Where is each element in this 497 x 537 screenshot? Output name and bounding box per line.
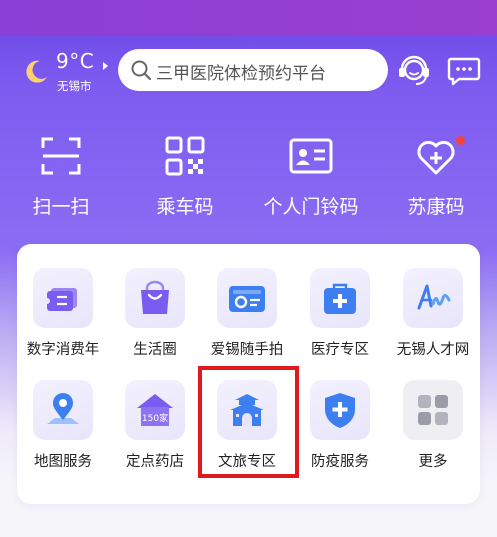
scan-icon: [41, 137, 81, 175]
quick-action-label: 乘车码: [156, 196, 214, 218]
shopping-bag-icon: [125, 268, 185, 328]
quick-action-sukang-code[interactable]: 苏康码: [376, 134, 496, 234]
city-caret-icon[interactable]: [103, 62, 108, 70]
search-input[interactable]: 三甲医院体检预约平台: [118, 49, 388, 91]
medical-kit-icon: [310, 268, 370, 328]
pharmacy-badge: 150家: [142, 412, 168, 424]
ticket-icon: [33, 268, 93, 328]
headset-icon[interactable]: [396, 54, 432, 88]
quick-action-label: 个人门铃码: [263, 196, 359, 218]
city-label[interactable]: 无锡市: [57, 78, 92, 94]
service-label: 地图服务: [34, 454, 92, 470]
quick-action-label: 苏康码: [407, 196, 465, 218]
quick-action-ride-code[interactable]: 乘车码: [125, 134, 245, 234]
service-map[interactable]: 地图服务: [17, 380, 109, 490]
shield-plus-icon: [310, 380, 370, 440]
service-label: 生活圈: [133, 342, 177, 358]
service-label: 定点药店: [126, 454, 184, 470]
service-label: 爱锡随手拍: [210, 342, 284, 358]
service-label: 更多: [418, 454, 448, 470]
search-placeholder: 三甲医院体检预约平台: [156, 64, 326, 84]
heart-plus-icon: [417, 140, 455, 175]
map-pin-icon: [33, 380, 93, 440]
camera-card-icon: [217, 268, 277, 328]
notification-dot: [456, 136, 465, 145]
service-digital-consumption[interactable]: 数字消费年: [17, 268, 109, 378]
service-medical[interactable]: 医疗专区: [294, 268, 386, 378]
service-label: 防疫服务: [311, 454, 369, 470]
search-icon: [130, 59, 152, 81]
qrcode-icon: [165, 136, 205, 176]
status-bar: [0, 0, 497, 36]
service-snapshot-report[interactable]: 爱锡随手拍: [201, 268, 293, 378]
quick-actions: 扫一扫 乘车码 个人门铃码 苏康码: [0, 134, 497, 234]
service-label: 无锡人才网: [396, 342, 470, 358]
service-label: 医疗专区: [311, 342, 369, 358]
header: 9°C 无锡市 三甲医院体检预约平台: [0, 36, 497, 106]
service-talent-network[interactable]: 无锡人才网: [387, 268, 479, 378]
quick-action-doorbell-code[interactable]: 个人门铃码: [251, 134, 371, 234]
id-card-icon: [289, 138, 333, 174]
temperature: 9°C: [56, 49, 95, 73]
service-epidemic-prevention[interactable]: 防疫服务: [294, 380, 386, 490]
chat-icon[interactable]: [447, 56, 481, 86]
quick-action-scan[interactable]: 扫一扫: [1, 134, 121, 234]
pharmacy-house-icon: 150家: [125, 380, 185, 440]
service-more[interactable]: 更多: [387, 380, 479, 490]
service-life-circle[interactable]: 生活圈: [109, 268, 201, 378]
service-label: 数字消费年: [26, 342, 100, 358]
quick-action-label: 扫一扫: [32, 196, 90, 218]
talent-logo-icon: [403, 268, 463, 328]
moon-icon: [22, 58, 50, 86]
service-pharmacy[interactable]: 150家 定点药店: [109, 380, 201, 490]
grid-more-icon: [403, 380, 463, 440]
highlight-box: [198, 366, 299, 478]
